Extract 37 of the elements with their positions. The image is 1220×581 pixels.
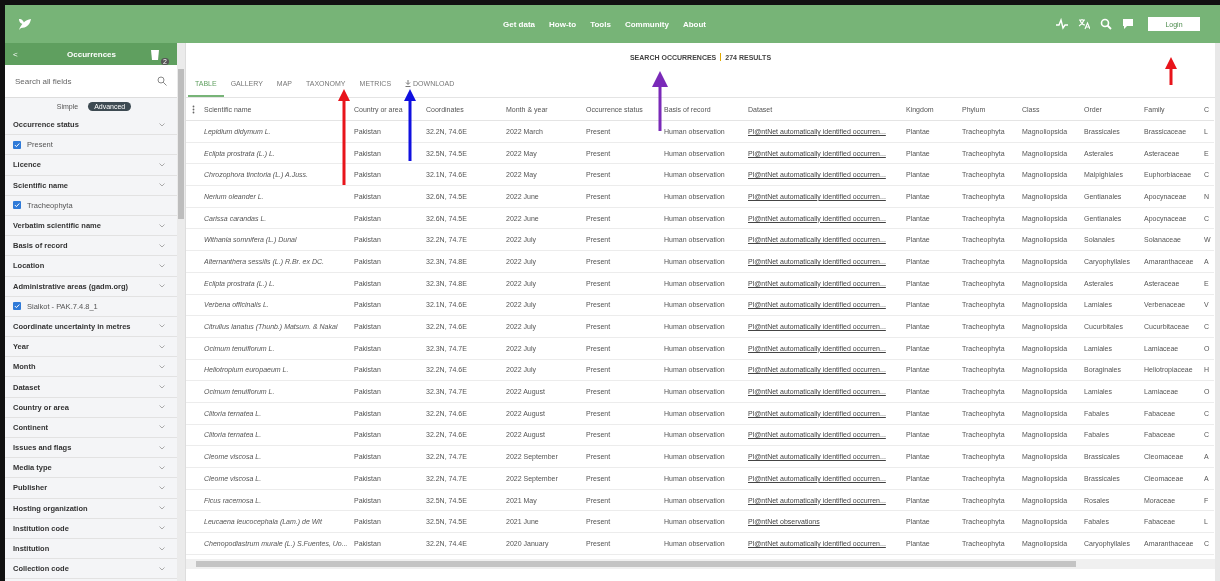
chevron-down-icon[interactable]	[159, 526, 165, 531]
horizontal-scrollbar[interactable]	[186, 558, 1215, 569]
checkbox[interactable]	[13, 201, 21, 210]
chevron-down-icon[interactable]	[159, 465, 165, 470]
download-icon	[405, 79, 412, 87]
chevron-down-icon[interactable]	[159, 405, 165, 410]
chevron-down-icon[interactable]	[159, 485, 165, 490]
chevron-down-icon[interactable]	[159, 284, 165, 289]
chevron-down-icon[interactable]	[159, 344, 165, 349]
search-icon[interactable]	[1100, 18, 1112, 30]
chevron-down-icon[interactable]	[159, 566, 165, 571]
search-icon[interactable]	[157, 76, 167, 86]
chevron-down-icon[interactable]	[159, 385, 165, 390]
leaf-logo-icon[interactable]	[17, 16, 33, 32]
chevron-down-icon[interactable]	[159, 223, 165, 228]
scrollbar[interactable]	[177, 43, 185, 581]
column-menu-icon[interactable]	[192, 104, 195, 114]
pulse-icon[interactable]	[1056, 18, 1068, 30]
chevron-down-icon[interactable]	[159, 263, 165, 268]
checkbox[interactable]	[13, 302, 21, 311]
chevron-down-icon[interactable]	[159, 364, 165, 369]
sidebar-title: Occurrences	[66, 49, 117, 59]
chevron-down-icon[interactable]	[159, 425, 165, 430]
chevron-down-icon[interactable]	[159, 122, 165, 127]
checkbox[interactable]	[13, 140, 21, 149]
vertical-scrollbar[interactable]	[1215, 43, 1220, 581]
chevron-down-icon[interactable]	[159, 162, 165, 167]
translate-icon[interactable]	[1078, 18, 1090, 30]
chevron-down-icon[interactable]	[159, 445, 165, 450]
search-input[interactable]: Search all fields	[15, 74, 153, 88]
chevron-down-icon[interactable]	[159, 506, 165, 511]
chevron-down-icon[interactable]	[159, 243, 165, 248]
chevron-down-icon[interactable]	[159, 546, 165, 551]
chevron-down-icon[interactable]	[159, 324, 165, 329]
chevron-down-icon[interactable]	[159, 183, 165, 188]
search-field[interactable]: Search all fields	[5, 65, 177, 98]
chat-icon[interactable]	[1122, 18, 1134, 30]
